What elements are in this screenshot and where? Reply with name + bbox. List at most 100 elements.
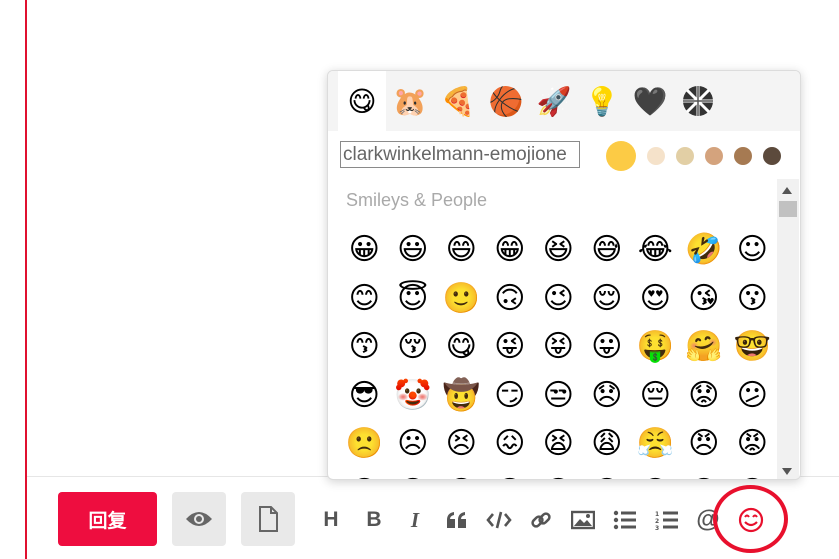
scroll-thumb[interactable] [779,201,797,217]
heart-icon: 🖤 [632,84,668,118]
emoji-item[interactable]: 😐 [389,469,438,479]
emoji-item[interactable]: 😝 [534,323,583,371]
svg-text:3: 3 [655,525,659,530]
emoji-item[interactable]: 😒 [534,372,583,420]
emoji-item[interactable]: 😉 [534,275,583,323]
bullet-list-button[interactable] [611,505,639,535]
emoji-item[interactable]: 😵 [728,469,777,479]
emoji-item[interactable]: 😛 [583,323,632,371]
svg-text:2: 2 [655,518,659,525]
picker-scrollbar[interactable] [777,179,799,479]
emoji-item[interactable]: 😗 [728,275,777,323]
heading-icon: H [323,508,339,531]
emoji-item[interactable]: 😌 [583,275,632,323]
tab-symbols[interactable]: 🖤 [626,71,674,131]
ordered-list-icon: 1 2 3 [655,511,678,530]
svg-text:1: 1 [655,511,659,518]
emoji-item[interactable]: ☹ [389,420,438,468]
scroll-up-arrow[interactable] [782,187,792,194]
emoji-item[interactable]: 😡 [728,420,777,468]
tab-travel[interactable]: 🚀 [530,71,578,131]
emoji-button-highlight-ring [713,485,788,553]
emoji-item[interactable]: 😖 [486,420,535,468]
tab-food[interactable]: 🍕 [434,71,482,131]
save-draft-button[interactable] [241,492,295,546]
emoji-item[interactable]: 😞 [583,372,632,420]
reply-button[interactable]: 回复 [58,492,157,546]
emoji-item[interactable]: 😮 [631,469,680,479]
emoji-category-tabs: 😋 🐹 🍕 🏀 🚀 💡 🖤 [328,71,800,131]
tab-objects[interactable]: 💡 [578,71,626,131]
emoji-item[interactable]: 😟 [680,372,729,420]
emoji-item[interactable]: 😇 [389,275,438,323]
emoji-item[interactable]: 🤡 [389,372,438,420]
section-title: Smileys & People [346,190,488,210]
emoji-item[interactable]: 😆 [534,226,583,274]
skin-tone-medium-light[interactable] [676,147,694,165]
emoji-item[interactable]: 🤑 [631,323,680,371]
tab-animals[interactable]: 🐹 [386,71,434,131]
preview-button[interactable] [172,492,226,546]
ordered-list-button[interactable]: 1 2 3 [653,505,681,535]
skin-tone-selector [606,141,792,171]
basketball-icon: 🏀 [488,84,524,118]
emoji-picker: 😋 🐹 🍕 🏀 🚀 💡 🖤 clarkwinkelmann-emojione S… [327,70,801,480]
emoji-item[interactable]: 😊 [340,275,389,323]
emoji-item[interactable]: 😑 [437,469,486,479]
emoji-item[interactable]: 😂 [631,226,680,274]
emoji-item[interactable]: 😎 [340,372,389,420]
emoji-item[interactable]: 🤠 [437,372,486,420]
quote-button[interactable] [443,505,471,535]
emoji-item[interactable]: 😯 [486,469,535,479]
italic-button[interactable]: I [401,505,429,535]
emoji-item[interactable]: 😍 [631,275,680,323]
emoji-item[interactable]: ☺ [728,226,777,274]
code-button[interactable] [485,505,513,535]
code-icon [486,511,512,529]
tab-flags[interactable] [674,71,722,131]
skin-tone-medium-dark[interactable] [734,147,752,165]
emoji-item[interactable]: 😧 [583,469,632,479]
emoji-item[interactable]: 🙂 [437,275,486,323]
emoji-item[interactable]: 😣 [437,420,486,468]
image-button[interactable] [569,505,597,535]
emoji-item[interactable]: 😙 [340,323,389,371]
link-button[interactable] [527,505,555,535]
emoji-item[interactable]: 😅 [583,226,632,274]
emoji-item[interactable]: 😀 [340,226,389,274]
emoji-item[interactable]: 🤣 [680,226,729,274]
emoji-item[interactable]: 😘 [680,275,729,323]
emoji-item[interactable]: 😕 [728,372,777,420]
emoji-item[interactable]: 🤗 [680,323,729,371]
emoji-item[interactable]: 😤 [631,420,680,468]
heading-button[interactable]: H [317,505,345,535]
emoji-item[interactable]: 😄 [437,226,486,274]
emoji-item[interactable]: 🙃 [486,275,535,323]
emoji-item[interactable]: 🙁 [340,420,389,468]
bullet-list-icon [613,510,636,530]
emoji-item[interactable]: 😏 [486,372,535,420]
emoji-item[interactable]: 😦 [534,469,583,479]
emoji-item[interactable]: 😁 [486,226,535,274]
emoji-item[interactable]: 😋 [437,323,486,371]
emoji-item[interactable]: 😚 [389,323,438,371]
emoji-item[interactable]: 🤓 [728,323,777,371]
smileys-icon: 😋 [347,84,377,118]
tab-smileys[interactable]: 😋 [338,71,386,131]
scroll-down-arrow[interactable] [782,468,792,475]
emoji-item[interactable]: 😲 [680,469,729,479]
skin-tone-medium[interactable] [705,147,723,165]
tab-activity[interactable]: 🏀 [482,71,530,131]
emoji-item[interactable]: 😩 [583,420,632,468]
emoji-item[interactable]: 😜 [486,323,535,371]
skin-tone-dark[interactable] [763,147,781,165]
emoji-item[interactable]: 😶 [340,469,389,479]
skin-tone-default[interactable] [606,141,636,171]
bold-button[interactable]: B [360,505,388,535]
emoji-item[interactable]: 😃 [389,226,438,274]
emoji-item[interactable]: 😔 [631,372,680,420]
emoji-item[interactable]: 😫 [534,420,583,468]
skin-tone-light[interactable] [647,147,665,165]
emoji-search-input[interactable] [340,141,580,168]
emoji-item[interactable]: 😠 [680,420,729,468]
